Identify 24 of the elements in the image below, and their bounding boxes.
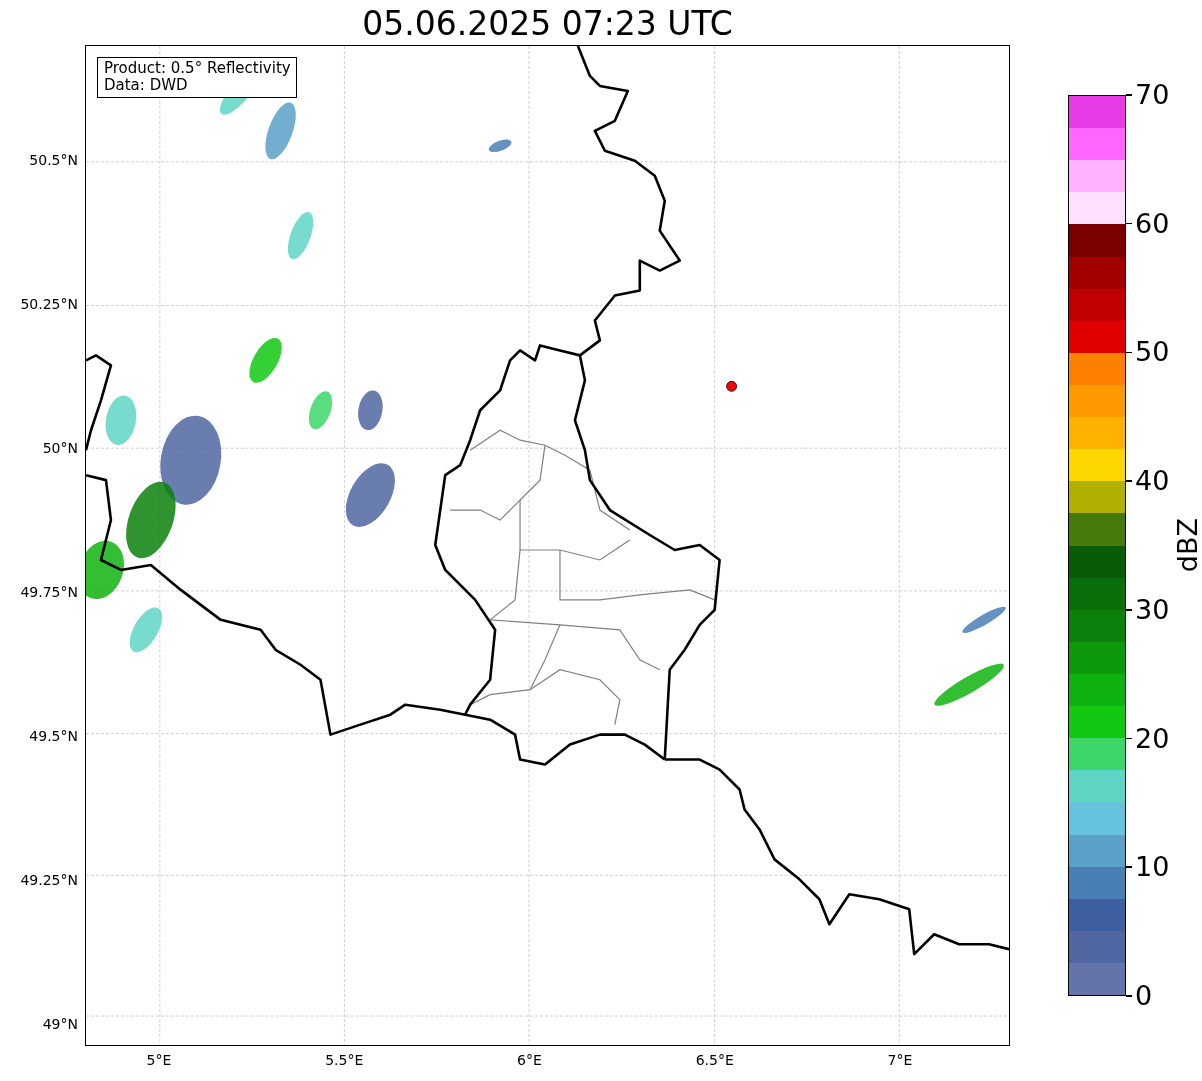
info-text: Data: DWD <box>104 77 189 94</box>
axis-tick-label: 6.5°E <box>694 1051 735 1069</box>
axis-tick-label: 49.25°N <box>19 872 79 888</box>
axis-tick-label: 50°N <box>41 440 79 456</box>
colorbar-tick-label: 50 <box>1134 337 1170 368</box>
colorbar-tick-label: 0 <box>1134 980 1153 1011</box>
chart-title: 05.06.2025 07:23 UTC <box>361 4 734 44</box>
axis-tick-label: 49.75°N <box>19 584 79 600</box>
axis-tick-label: 6°E <box>516 1051 543 1069</box>
axis-tick-label: 49.5°N <box>28 728 79 744</box>
colorbar-label: dBZ <box>1173 518 1202 573</box>
colorbar-tick-label: 60 <box>1134 208 1170 239</box>
colorbar-tick-label: 40 <box>1134 466 1170 497</box>
colorbar-tick-label: 10 <box>1134 852 1170 883</box>
axis-tick-label: 7°E <box>886 1051 914 1069</box>
colorbar-tick-label: 70 <box>1134 80 1170 110</box>
axis-tick-label: 5°E <box>145 1051 173 1069</box>
info-text: Product: 0.5° Reflectivity <box>104 60 291 77</box>
colorbar-tick-label: 20 <box>1134 723 1170 754</box>
axis-tick-label: 50.5°N <box>28 152 79 168</box>
axis-tick-label: 50.25°N <box>19 296 79 312</box>
axis-tick-label: 5.5°E <box>324 1051 365 1069</box>
colorbar-tick-label: 30 <box>1134 594 1170 625</box>
axis-tick-label: 49°N <box>41 1016 79 1032</box>
